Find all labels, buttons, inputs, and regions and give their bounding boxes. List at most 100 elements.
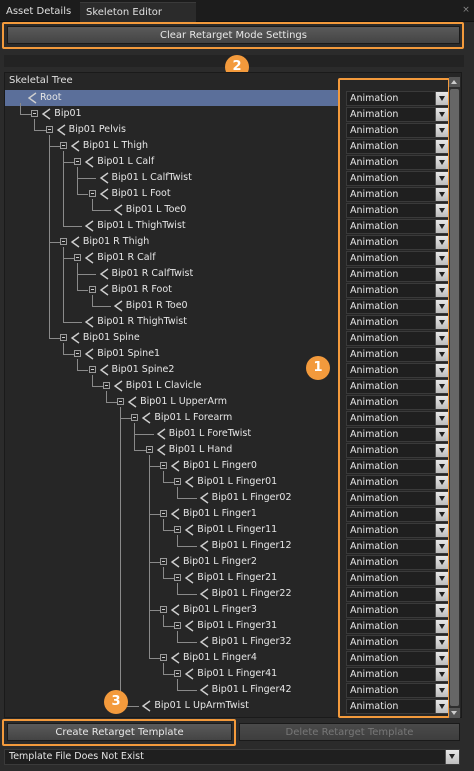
tree-connector xyxy=(163,663,164,674)
bone-icon xyxy=(199,492,209,504)
collapse-toggle-icon[interactable] xyxy=(160,654,167,661)
tree-connector xyxy=(148,466,160,467)
tree-row[interactable]: Root Animation xyxy=(5,90,450,106)
bone-icon xyxy=(156,444,166,456)
collapse-toggle-icon[interactable] xyxy=(160,462,167,469)
bone-icon xyxy=(156,428,166,440)
collapse-toggle-icon[interactable] xyxy=(160,558,167,565)
bone-icon xyxy=(70,236,80,248)
tree-row[interactable]: Bip01 Animation xyxy=(5,106,450,122)
tree-row[interactable]: Bip01 L Finger4 Animation xyxy=(5,650,450,666)
tree-connector xyxy=(120,418,132,419)
tree-row[interactable]: Bip01 R Foot Animation xyxy=(5,282,450,298)
bone-icon xyxy=(141,700,151,712)
tree-row[interactable]: Bip01 R CalfTwist Animation xyxy=(5,266,450,282)
bone-name: Bip01 Pelvis xyxy=(68,124,126,135)
collapse-toggle-icon[interactable] xyxy=(174,478,182,485)
scroll-down-icon[interactable] xyxy=(449,708,460,718)
collapse-toggle-icon[interactable] xyxy=(59,334,67,341)
collapse-toggle-icon[interactable] xyxy=(88,366,96,373)
collapse-toggle-icon[interactable] xyxy=(45,126,53,133)
collapse-toggle-icon[interactable] xyxy=(160,606,167,613)
tree-scrollbar[interactable] xyxy=(449,77,460,718)
collapse-toggle-icon[interactable] xyxy=(131,414,139,421)
template-status-dropdown[interactable]: Template File Does Not Exist xyxy=(4,749,460,765)
tree-row[interactable]: Bip01 R Toe0 Animation xyxy=(5,298,450,314)
tree-row[interactable]: Bip01 L Hand Animation xyxy=(5,442,450,458)
tree-row[interactable]: Bip01 L Clavicle Animation xyxy=(5,378,450,394)
bone-name: Bip01 L Thigh xyxy=(82,140,149,151)
bone-icon xyxy=(184,668,194,680)
tree-row[interactable]: Bip01 R Calf Animation xyxy=(5,250,450,266)
collapse-toggle-icon[interactable] xyxy=(145,446,153,453)
delete-retarget-template-button[interactable]: Delete Retarget Template xyxy=(239,723,460,741)
bone-name: Bip01 Spine xyxy=(82,332,140,343)
collapse-toggle-icon[interactable] xyxy=(31,110,39,117)
tree-row[interactable]: Bip01 L Toe0 Animation xyxy=(5,202,450,218)
tree-row[interactable]: Bip01 Spine2 Animation xyxy=(5,362,450,378)
tree-row[interactable]: Bip01 L Finger1 Animation xyxy=(5,506,450,522)
tree-row[interactable]: Bip01 L Finger02 Animation xyxy=(5,490,450,506)
bone-name: Bip01 L Finger22 xyxy=(211,588,292,599)
collapse-toggle-icon[interactable] xyxy=(74,254,82,261)
collapse-toggle-icon[interactable] xyxy=(102,382,110,389)
close-icon[interactable]: × xyxy=(461,5,471,15)
tree-connector xyxy=(148,455,150,658)
collapse-toggle-icon[interactable] xyxy=(74,350,82,357)
tab-skeleton-editor[interactable]: Skeleton Editor xyxy=(80,2,196,22)
collapse-toggle-icon[interactable] xyxy=(74,158,82,165)
bone-icon xyxy=(84,156,94,168)
collapse-toggle-icon[interactable] xyxy=(88,190,96,197)
tree-row[interactable]: Bip01 L Finger0 Animation xyxy=(5,458,450,474)
tree-row[interactable]: Bip01 L Finger22 Animation xyxy=(5,586,450,602)
tree-connector xyxy=(163,674,175,675)
scroll-up-icon[interactable] xyxy=(449,77,460,87)
tree-row[interactable]: Bip01 L CalfTwist Animation xyxy=(5,170,450,186)
tree-row[interactable]: Bip01 L Finger32 Animation xyxy=(5,634,450,650)
collapse-toggle-icon[interactable] xyxy=(174,622,182,629)
collapse-toggle-icon[interactable] xyxy=(59,238,67,245)
tree-connector xyxy=(163,615,164,626)
scroll-thumb[interactable] xyxy=(450,89,459,706)
tree-connector xyxy=(20,114,32,115)
tree-row[interactable]: Bip01 L ForeTwist Animation xyxy=(5,426,450,442)
create-retarget-template-button[interactable]: Create Retarget Template xyxy=(7,723,232,741)
tree-connector xyxy=(134,423,136,450)
bone-icon xyxy=(113,204,123,216)
tree-row[interactable]: Bip01 L Finger3 Animation xyxy=(5,602,450,618)
tree-row[interactable]: Bip01 L Foot Animation xyxy=(5,186,450,202)
bone-name: Root xyxy=(40,92,62,103)
tree-connector xyxy=(163,519,164,530)
collapse-toggle-icon[interactable] xyxy=(59,142,67,149)
collapse-toggle-icon[interactable] xyxy=(174,526,182,533)
bone-name: Bip01 L Finger2 xyxy=(183,556,257,567)
collapse-toggle-icon[interactable] xyxy=(174,574,182,581)
tree-row[interactable]: Bip01 L ThighTwist Animation xyxy=(5,218,450,234)
chevron-down-icon[interactable] xyxy=(445,750,459,764)
tree-row[interactable]: Bip01 L Calf Animation xyxy=(5,154,450,170)
bone-name: Bip01 L Finger1 xyxy=(183,508,257,519)
tree-row[interactable]: Bip01 Pelvis Animation xyxy=(5,122,450,138)
collapse-toggle-icon[interactable] xyxy=(160,510,167,517)
tree-row[interactable]: Bip01 L UpArmTwist Animation xyxy=(5,698,450,714)
tree-row[interactable]: Bip01 L Finger12 Animation xyxy=(5,538,450,554)
tree-connector xyxy=(91,386,103,387)
bone-icon xyxy=(41,108,51,120)
tree-row[interactable]: Bip01 L UpperArm Animation xyxy=(5,394,450,410)
bone-name: Bip01 L Finger41 xyxy=(197,668,278,679)
tree-connector xyxy=(177,631,179,642)
clear-retarget-mode-settings-button[interactable]: Clear Retarget Mode Settings xyxy=(7,26,460,44)
tree-row[interactable]: Bip01 L Forearm Animation xyxy=(5,410,450,426)
tree-row[interactable]: Bip01 L Finger2 Animation xyxy=(5,554,450,570)
collapse-toggle-icon[interactable] xyxy=(88,286,96,293)
tree-row[interactable]: Bip01 L Finger42 Animation xyxy=(5,682,450,698)
tree-row[interactable]: Bip01 R ThighTwist Animation xyxy=(5,314,450,330)
tree-connector xyxy=(163,471,164,482)
tab-asset-details[interactable]: Asset Details xyxy=(0,2,77,21)
template-status-label: Template File Does Not Exist xyxy=(9,751,144,762)
tree-connector xyxy=(20,103,21,114)
tree-row[interactable]: Bip01 Spine1 Animation xyxy=(5,346,450,362)
tree-connector xyxy=(91,375,93,386)
collapse-toggle-icon[interactable] xyxy=(117,398,125,405)
collapse-toggle-icon[interactable] xyxy=(174,670,182,677)
